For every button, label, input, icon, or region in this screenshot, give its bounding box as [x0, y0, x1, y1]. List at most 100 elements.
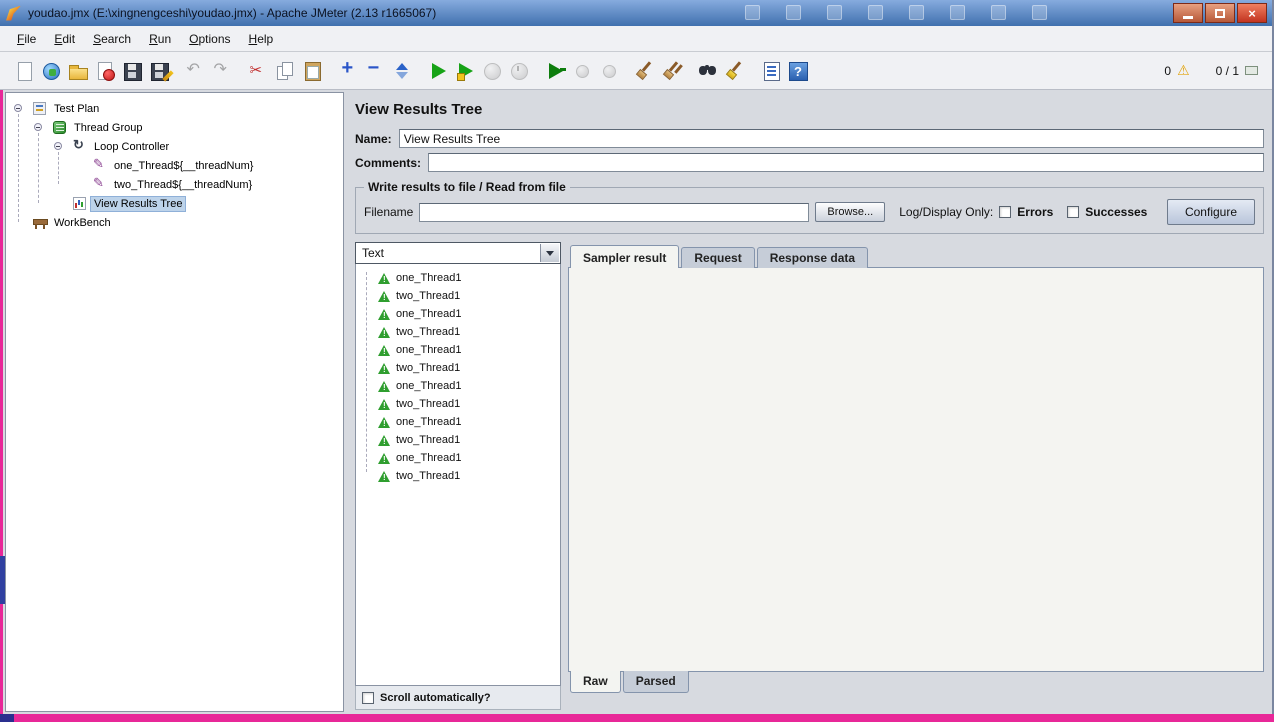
- configure-button[interactable]: Configure: [1166, 199, 1255, 225]
- success-icon: [378, 416, 391, 429]
- cut-icon: [247, 60, 269, 82]
- result-item[interactable]: one_Thread1: [356, 377, 560, 395]
- result-item[interactable]: two_Thread1: [356, 287, 560, 305]
- collapse-handle-icon[interactable]: [54, 142, 62, 150]
- result-item[interactable]: two_Thread1: [356, 323, 560, 341]
- result-item[interactable]: one_Thread1: [356, 413, 560, 431]
- tree-node-loop-controller[interactable]: Loop Controller: [6, 137, 343, 156]
- collapse-handle-icon[interactable]: [14, 104, 22, 112]
- success-icon: [378, 290, 391, 303]
- sampler-icon: [92, 156, 107, 173]
- result-item[interactable]: two_Thread1: [356, 395, 560, 413]
- start-no-timers-icon: [454, 60, 476, 82]
- expand-all-button[interactable]: [334, 57, 361, 84]
- menu-file[interactable]: File: [8, 28, 45, 50]
- maximize-button[interactable]: [1205, 3, 1235, 23]
- menu-run[interactable]: Run: [140, 28, 180, 50]
- chevron-down-icon[interactable]: [540, 244, 559, 262]
- maximize-icon: [1215, 8, 1225, 18]
- tab-sampler-result[interactable]: Sampler result: [570, 245, 680, 268]
- scroll-automatically-checkbox[interactable]: [362, 691, 374, 704]
- minimize-button[interactable]: [1173, 3, 1203, 23]
- search-reset-button[interactable]: [721, 57, 748, 84]
- tree-node-two-thread-sampler[interactable]: two_Thread${__threadNum}: [6, 175, 343, 194]
- successes-checkbox[interactable]: [1067, 206, 1080, 218]
- remote-start-all-button[interactable]: [541, 57, 568, 84]
- comments-row: Comments:: [355, 153, 1264, 172]
- result-item[interactable]: two_Thread1: [356, 467, 560, 485]
- menu-help[interactable]: Help: [240, 28, 283, 50]
- name-label: Name:: [355, 131, 392, 146]
- toolbar: 0 0 / 1: [0, 52, 1272, 90]
- cut-button[interactable]: [244, 57, 271, 84]
- result-item[interactable]: two_Thread1: [356, 431, 560, 449]
- result-item[interactable]: one_Thread1: [356, 449, 560, 467]
- result-item[interactable]: one_Thread1: [356, 341, 560, 359]
- tree-node-view-results-tree[interactable]: View Results Tree: [6, 194, 343, 213]
- menu-options[interactable]: Options: [180, 28, 239, 50]
- tree-node-test-plan[interactable]: Test Plan: [6, 99, 343, 118]
- function-helper-button[interactable]: [757, 57, 784, 84]
- save-as-button[interactable]: [145, 57, 174, 84]
- success-icon: [378, 434, 391, 447]
- clear-button[interactable]: [631, 57, 658, 84]
- tree-node-workbench[interactable]: WorkBench: [6, 213, 343, 232]
- remote-start-all-icon: [544, 60, 566, 82]
- filename-label: Filename: [364, 205, 414, 219]
- sampler-result-content[interactable]: [568, 267, 1264, 672]
- ime-icon: [827, 5, 842, 20]
- result-item-label: one_Thread1: [396, 308, 462, 320]
- result-item-label: one_Thread1: [396, 344, 462, 356]
- new-button[interactable]: [10, 57, 37, 84]
- remote-stop-all-button: [568, 57, 595, 84]
- templates-button[interactable]: [37, 57, 64, 84]
- menu-edit[interactable]: Edit: [45, 28, 84, 50]
- copy-button[interactable]: [271, 57, 298, 84]
- remote-shutdown-all-icon: [598, 60, 620, 82]
- write-results-group-title: Write results to file / Read from file: [368, 180, 566, 194]
- tab-request[interactable]: Request: [681, 247, 755, 268]
- view-results-tree-panel: View Results Tree Name: Comments: Write …: [352, 92, 1266, 712]
- tree-node-label: Loop Controller: [94, 140, 170, 153]
- open-button[interactable]: [64, 57, 91, 84]
- start-icon: [427, 60, 449, 82]
- close-file-button[interactable]: [91, 57, 118, 84]
- titlebar: youdao.jmx (E:\xingnengceshi\youdao.jmx)…: [0, 0, 1272, 26]
- templates-icon: [40, 60, 62, 82]
- toggle-button[interactable]: [388, 57, 415, 84]
- result-item[interactable]: one_Thread1: [356, 269, 560, 287]
- browse-button[interactable]: Browse...: [815, 202, 886, 222]
- save-button[interactable]: [118, 57, 145, 84]
- clear-all-icon: [661, 60, 683, 82]
- tree-node-thread-group[interactable]: Thread Group: [6, 118, 343, 137]
- main-splitter[interactable]: [344, 92, 352, 712]
- save-icon: [121, 60, 143, 82]
- search-reset-icon: [724, 60, 746, 82]
- close-file-icon: [94, 60, 116, 82]
- collapse-handle-icon[interactable]: [34, 123, 42, 131]
- view-mode-select[interactable]: Text: [355, 242, 561, 264]
- tree-node-one-thread-sampler[interactable]: one_Thread${__threadNum}: [6, 156, 343, 175]
- help-button[interactable]: [784, 57, 811, 84]
- result-item[interactable]: one_Thread1: [356, 305, 560, 323]
- name-input[interactable]: [398, 129, 1264, 148]
- menubar: File Edit Search Run Options Help: [0, 26, 1272, 52]
- menu-search[interactable]: Search: [84, 28, 140, 50]
- tab-response-data[interactable]: Response data: [756, 247, 869, 268]
- filename-input[interactable]: [419, 202, 810, 222]
- results-splitter[interactable]: [561, 242, 568, 710]
- tab-raw[interactable]: Raw: [570, 671, 621, 693]
- start-button[interactable]: [424, 57, 451, 84]
- search-button[interactable]: [694, 57, 721, 84]
- paste-button[interactable]: [298, 57, 325, 84]
- undo-button: [181, 57, 208, 84]
- write-results-group: Write results to file / Read from file F…: [355, 180, 1264, 234]
- clear-all-button[interactable]: [658, 57, 685, 84]
- comments-input[interactable]: [428, 153, 1264, 172]
- tab-parsed[interactable]: Parsed: [622, 671, 689, 693]
- close-button[interactable]: ×: [1237, 3, 1267, 23]
- result-item[interactable]: two_Thread1: [356, 359, 560, 377]
- start-no-timers-button[interactable]: [451, 57, 478, 84]
- errors-checkbox[interactable]: [999, 206, 1012, 218]
- collapse-all-button[interactable]: [361, 57, 388, 84]
